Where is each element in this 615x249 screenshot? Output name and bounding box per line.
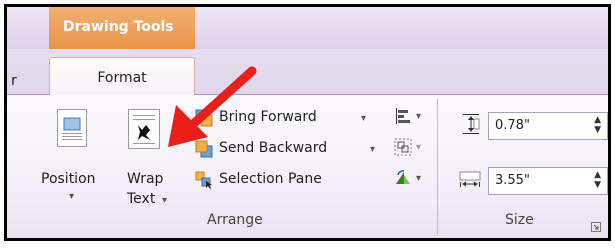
shape-height-field[interactable]: 0.78" ▲ ▼ [488, 112, 608, 140]
tab-previous-partial[interactable]: r [11, 73, 17, 89]
group-icon [394, 138, 412, 160]
ribbon-frame: Drawing Tools r Format Position ▾ Wrap T… [4, 4, 611, 241]
shape-width-icon [459, 171, 481, 191]
selection-pane-icon [195, 171, 213, 193]
wrap-text-label-2: Text [127, 191, 156, 207]
align-icon [394, 107, 412, 129]
shape-width-value: 3.55" [495, 173, 530, 188]
shape-width-field[interactable]: 3.55" ▲ ▼ [488, 167, 608, 195]
ribbon-body: Position ▾ Wrap Text ▾ Bring Forward ▾ S… [7, 95, 608, 238]
group-separator [437, 99, 438, 235]
wrap-text-label-1: Wrap [127, 171, 164, 187]
group-dropdown-arrow: ▾ [416, 142, 422, 153]
bring-forward-dropdown-arrow: ▾ [361, 113, 367, 124]
dialog-launcher-icon[interactable] [591, 217, 601, 236]
selection-pane-label: Selection Pane [219, 171, 322, 187]
shape-width-spinner[interactable]: ▲ ▼ [594, 170, 601, 190]
size-group-label: Size [505, 212, 534, 228]
arrange-group-label: Arrange [207, 212, 263, 228]
shape-height-value: 0.78" [495, 118, 530, 133]
position-dropdown-arrow: ▾ [69, 191, 75, 202]
rotate-dropdown-arrow: ▾ [416, 173, 422, 184]
position-icon [57, 109, 87, 147]
contextual-tab-header: Drawing Tools [49, 7, 195, 49]
contextual-tab-title: Drawing Tools [63, 19, 174, 35]
rotate-icon [394, 169, 412, 191]
position-label: Position [41, 171, 96, 187]
shape-height-icon [462, 113, 480, 139]
wrap-text-dropdown-arrow: ▾ [162, 195, 168, 206]
annotation-arrow [162, 65, 262, 159]
align-dropdown-arrow: ▾ [416, 111, 422, 122]
wrap-text-icon [128, 109, 160, 149]
shape-height-spinner[interactable]: ▲ ▼ [594, 115, 601, 135]
send-backward-dropdown-arrow: ▾ [370, 144, 376, 155]
